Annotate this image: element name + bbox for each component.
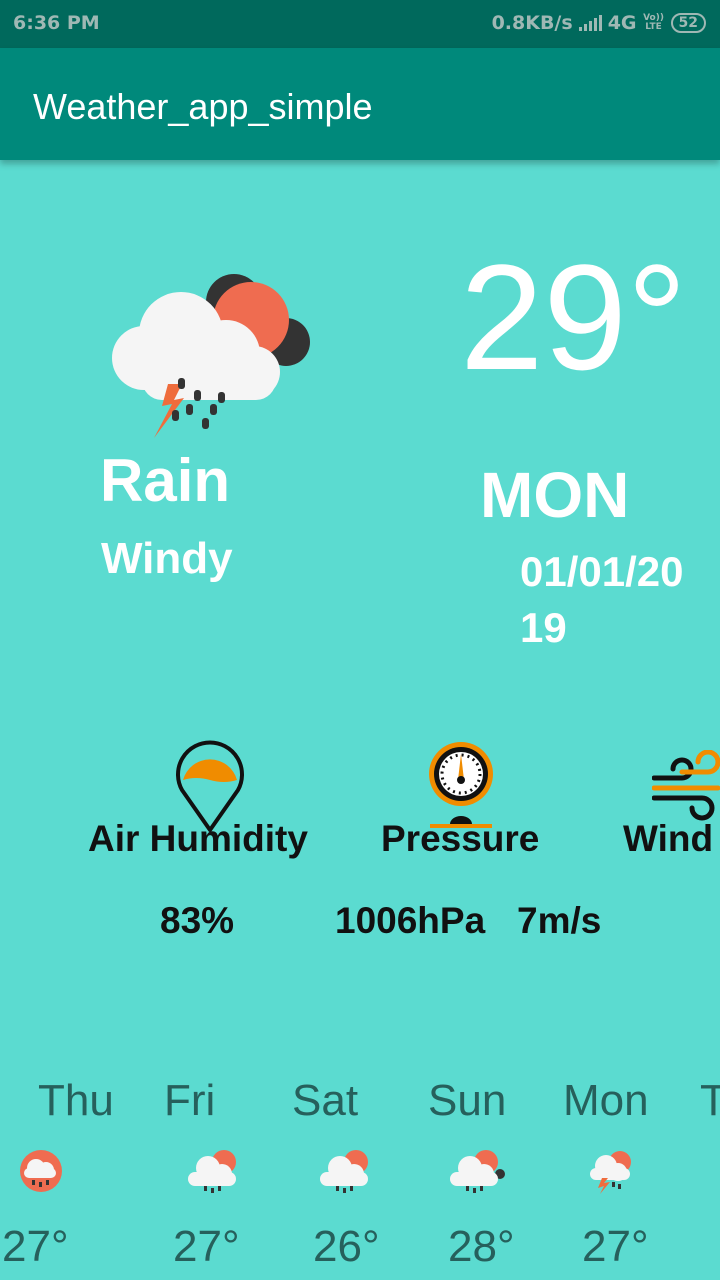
forecast-day: Fri xyxy=(164,1076,216,1125)
current-date-line1: 01/01/20 xyxy=(520,548,684,595)
forecast-day: Sun xyxy=(428,1076,507,1125)
network-speed: 0.8KB/s xyxy=(491,12,573,34)
humidity-label: Air Humidity xyxy=(88,818,308,859)
current-condition: Rain xyxy=(100,447,231,514)
status-bar: 6:36 PM 0.8KB/s 4G Vo)) LTE 52 xyxy=(0,0,720,48)
volte-icon: Vo)) LTE xyxy=(643,13,664,32)
app-title: Weather_app_simple xyxy=(33,86,373,127)
pressure-value: 1006hPa xyxy=(335,900,486,941)
status-time: 6:36 PM xyxy=(13,12,100,34)
app-bar: Weather_app_simple xyxy=(0,48,720,160)
forecast-temp: 27° xyxy=(2,1222,69,1271)
forecast-temp: 27° xyxy=(173,1222,240,1271)
wind-value: 7m/s xyxy=(517,900,602,941)
wind-label: Wind xyxy=(623,818,714,859)
pressure-label: Pressure xyxy=(381,818,540,859)
forecast-day: Sat xyxy=(292,1076,359,1125)
current-day: MON xyxy=(480,459,630,531)
cloud-sun-rain-icon xyxy=(450,1150,505,1193)
forecast-day: Thu xyxy=(38,1076,114,1125)
forecast-day: Mon xyxy=(563,1076,649,1125)
network-type: 4G xyxy=(607,12,637,34)
cloud-rain-icon xyxy=(20,1150,62,1192)
signal-icon xyxy=(578,15,602,31)
wind-icon xyxy=(652,750,720,821)
forecast-temp: 27° xyxy=(582,1222,649,1271)
forecast-day: T xyxy=(700,1076,720,1125)
forecast-temp: 28° xyxy=(448,1222,515,1271)
cloud-sun-thunder-icon xyxy=(590,1151,631,1194)
cloud-sun-thunder-rain-icon xyxy=(112,274,310,438)
current-description: Windy xyxy=(101,534,233,583)
humidity-value: 83% xyxy=(160,900,235,941)
cloud-sun-rain-icon xyxy=(320,1150,368,1193)
battery-icon: 52 xyxy=(670,13,706,33)
cloud-sun-rain-icon xyxy=(188,1150,236,1193)
forecast-temp: 26° xyxy=(313,1222,380,1271)
current-temperature: 29° xyxy=(460,233,687,401)
current-date-line2: 19 xyxy=(520,604,567,651)
